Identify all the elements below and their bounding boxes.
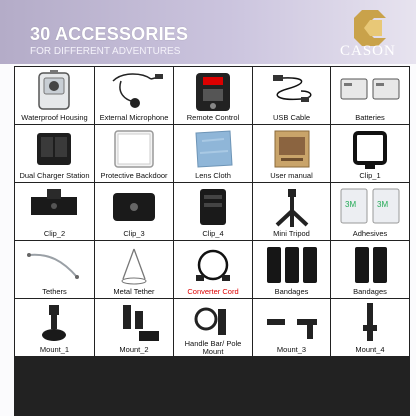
accessory-cell: Converter Cord	[174, 241, 252, 298]
tether-icon	[27, 253, 79, 279]
metal-tether-icon	[121, 248, 147, 285]
accessory-label: Mount_1	[39, 345, 70, 354]
accessory-label: Converter Cord	[187, 287, 239, 296]
accessory-cell: Mini Tripod	[253, 183, 330, 240]
clip-icon	[31, 189, 77, 215]
backdoor-icon	[114, 130, 154, 168]
accessory-label: Mount_4	[355, 345, 385, 354]
accessory-label: Clip_4	[202, 229, 224, 238]
accessory-label: User manual	[270, 171, 313, 180]
clip-icon	[200, 189, 226, 225]
battery-icon	[340, 78, 400, 100]
accessory-label: Bandages	[274, 287, 309, 296]
frame-icon	[353, 131, 387, 169]
accessory-cell: Mount_3	[253, 299, 330, 356]
bandage-icon	[267, 247, 317, 283]
accessory-label: Lens Cloth	[195, 171, 231, 180]
manual-icon	[274, 130, 310, 168]
accessory-label: Remote Control	[186, 113, 240, 122]
accessory-label: Handle Bar/ Pole Mount	[184, 339, 242, 356]
accessory-cell: Mount_2	[95, 299, 173, 356]
microphone-icon	[112, 73, 163, 108]
accessory-cell: Clip_3	[95, 183, 173, 240]
cord-icon	[196, 249, 230, 281]
remote-control-icon	[196, 73, 230, 111]
accessory-cell: Batteries	[331, 67, 409, 124]
accessory-label: Waterproof Housing	[21, 113, 88, 122]
accessories-grid: Waterproof Housing External Microphone R…	[14, 66, 410, 416]
accessory-cell: Bandages	[253, 241, 330, 298]
accessory-cell: Metal Tether	[95, 241, 173, 298]
accessory-cell: Clip_4	[174, 183, 252, 240]
accessory-cell: Bandages	[331, 241, 409, 298]
handlebar-mount-icon	[194, 307, 226, 335]
accessory-label: Metal Tether	[113, 287, 155, 296]
accessory-cell: Tethers	[15, 241, 94, 298]
accessory-label: Mount_3	[276, 345, 307, 354]
accessory-label: Dual Charger Station	[19, 171, 90, 180]
accessory-cell: 3M 3M Adhesives	[331, 183, 409, 240]
lens-cloth-icon	[195, 130, 233, 168]
usb-cable-icon	[273, 75, 312, 102]
accessory-label: Clip_3	[123, 229, 145, 238]
charger-icon	[37, 133, 71, 165]
accessory-cell: Remote Control	[174, 67, 252, 124]
mount-icon	[123, 305, 159, 341]
accessory-cell: Mount_1	[15, 299, 94, 356]
header-banner: 30 ACCESSORIES FOR DIFFERENT ADVENTURES …	[0, 0, 416, 64]
accessory-cell: USB Cable	[253, 67, 330, 124]
page-title: 30 ACCESSORIES	[30, 24, 189, 44]
brand-name: CASON	[340, 43, 396, 59]
product-infographic: 30 ACCESSORIES FOR DIFFERENT ADVENTURES …	[0, 0, 416, 416]
bandage-icon	[355, 247, 387, 283]
svg-text:3M: 3M	[345, 200, 356, 209]
accessory-cell: External Microphone	[95, 67, 173, 124]
accessory-label: Batteries	[355, 113, 385, 122]
waterproof-housing-icon	[38, 70, 70, 110]
mount-icon	[267, 319, 317, 339]
page-subtitle: FOR DIFFERENT ADVENTURES	[30, 46, 181, 57]
accessory-label: External Microphone	[99, 113, 169, 122]
mount-icon	[363, 303, 377, 341]
accessory-label: Mini Tripod	[273, 229, 310, 238]
tripod-icon	[275, 189, 309, 227]
accessory-cell: Dual Charger Station	[15, 125, 94, 182]
accessory-cell: User manual	[253, 125, 330, 182]
accessory-cell: Waterproof Housing	[15, 67, 94, 124]
accessory-label: Adhesives	[352, 229, 388, 238]
accessory-cell: Clip_1	[331, 125, 409, 182]
accessory-label: Mount_2	[119, 345, 149, 354]
accessory-cell: Mount_4	[331, 299, 409, 356]
mount-icon	[42, 305, 66, 341]
accessory-cell: Protective Backdoor	[95, 125, 173, 182]
accessory-label: Clip_2	[43, 229, 66, 238]
accessory-label: Protective Backdoor	[100, 171, 168, 180]
accessory-cell: Handle Bar/ Pole Mount	[174, 299, 252, 356]
accessory-cell: Lens Cloth	[174, 125, 252, 182]
accessory-cell: Clip_2	[15, 183, 94, 240]
svg-text:3M: 3M	[377, 200, 388, 209]
clip-icon	[113, 193, 155, 221]
accessory-label: USB Cable	[272, 113, 311, 122]
adhesive-icon: 3M 3M	[340, 188, 400, 224]
accessory-label: Bandages	[353, 287, 387, 296]
accessory-label: Tethers	[42, 287, 67, 296]
accessory-label: Clip_1	[359, 171, 381, 180]
